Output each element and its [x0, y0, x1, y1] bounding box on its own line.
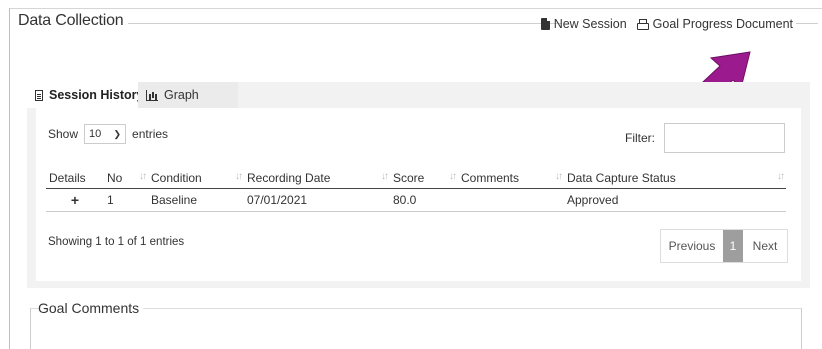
goal-comments-title: Goal Comments	[38, 300, 144, 316]
new-session-button[interactable]: New Session	[540, 17, 627, 31]
document-icon	[540, 18, 550, 30]
expand-row-button[interactable]: +	[46, 188, 104, 212]
column-header-score[interactable]: Score ↓↑	[390, 168, 458, 189]
frame-top-border	[122, 23, 562, 24]
goal-comments-frame	[30, 308, 802, 349]
sort-icon: ↓↑	[381, 171, 389, 182]
goal-progress-label: Goal Progress Document	[652, 17, 793, 31]
next-page-button[interactable]: Next	[743, 230, 787, 262]
column-header-data-capture-status[interactable]: Data Capture Status ↓↑	[564, 168, 786, 189]
cell-status: Approved	[564, 188, 786, 212]
top-actions: New Session Goal Progress Document	[540, 17, 793, 31]
tab-session-history[interactable]: Session History	[27, 82, 153, 108]
column-header-details[interactable]: Details	[46, 168, 104, 189]
filter-input[interactable]	[664, 123, 785, 153]
sort-icon: ↓↑	[555, 171, 563, 182]
column-header-comments[interactable]: Comments ↓↑	[458, 168, 564, 189]
sort-icon: ↓↑	[777, 171, 785, 182]
column-header-recording-date[interactable]: Recording Date ↓↑	[244, 168, 390, 189]
goal-progress-document-button[interactable]: Goal Progress Document	[636, 17, 793, 31]
column-header-condition[interactable]: Condition ↓↑	[148, 168, 244, 189]
section-title: Data Collection	[18, 12, 128, 30]
pagination: Previous 1 Next	[660, 229, 788, 263]
cell-comments	[458, 188, 564, 212]
column-header-no[interactable]: No ↓↑	[104, 168, 148, 189]
previous-page-button[interactable]: Previous	[661, 230, 723, 262]
current-page-button[interactable]: 1	[723, 230, 743, 262]
table-info-text: Showing 1 to 1 of 1 entries	[48, 236, 185, 248]
print-icon	[636, 18, 649, 30]
cell-score: 80.0	[390, 188, 458, 212]
tab-label: Graph	[164, 88, 199, 102]
page-size-value: 10	[89, 128, 102, 140]
bar-chart-icon	[146, 89, 158, 101]
table-row: + 1 Baseline 07/01/2021 80.0 Approved	[46, 188, 786, 212]
tab-graph[interactable]: Graph	[138, 82, 238, 108]
show-label: Show	[48, 127, 79, 141]
entries-label: entries	[132, 127, 169, 141]
sort-icon: ↓↑	[235, 171, 243, 182]
document-icon	[35, 89, 43, 101]
frame-top-border-right	[796, 23, 818, 24]
tab-label: Session History	[49, 88, 144, 102]
sort-icon: ↓↑	[449, 171, 457, 182]
filter-label: Filter:	[625, 131, 655, 145]
session-table: Details No ↓↑ Condition ↓↑ Recording Date ↓…	[46, 168, 786, 212]
table-header-row: Details No ↓↑ Condition ↓↑ Recording Date ↓…	[46, 168, 786, 189]
page-size-control: Show 10 ❯ entries	[48, 124, 168, 144]
cell-condition: Baseline	[148, 188, 244, 212]
new-session-label: New Session	[553, 17, 627, 31]
cell-no: 1	[104, 188, 148, 212]
chevron-down-icon: ❯	[113, 128, 122, 139]
page-size-select[interactable]: 10 ❯	[84, 124, 127, 144]
sort-icon: ↓↑	[139, 171, 147, 182]
cell-recording-date: 07/01/2021	[244, 188, 390, 212]
